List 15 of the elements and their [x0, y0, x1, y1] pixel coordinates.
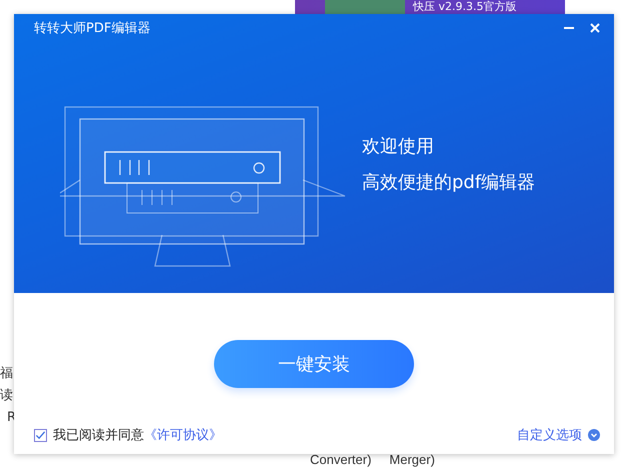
background-text: Merger) [389, 452, 435, 467]
background-text: 读 [0, 388, 14, 404]
license-link[interactable]: 《许可协议》 [144, 426, 222, 444]
agreement-text: 我已阅读并同意 [53, 427, 144, 444]
custom-options-link[interactable]: 自定义选项 [517, 426, 582, 444]
window-title: 转转大师PDF编辑器 [34, 20, 150, 37]
install-button[interactable]: 一键安装 [214, 340, 414, 388]
background-text: 福 [0, 366, 14, 382]
chevron-down-icon[interactable] [588, 429, 600, 441]
banner-title: 快压 v2.9.3.5官方版 [413, 0, 516, 14]
background-text: Converter) [310, 452, 372, 467]
agreement-checkbox[interactable] [34, 428, 47, 442]
welcome-text: 高效便捷的pdf编辑器 [362, 171, 536, 194]
welcome-text: 欢迎使用 [362, 135, 435, 158]
close-icon[interactable] [590, 23, 600, 33]
